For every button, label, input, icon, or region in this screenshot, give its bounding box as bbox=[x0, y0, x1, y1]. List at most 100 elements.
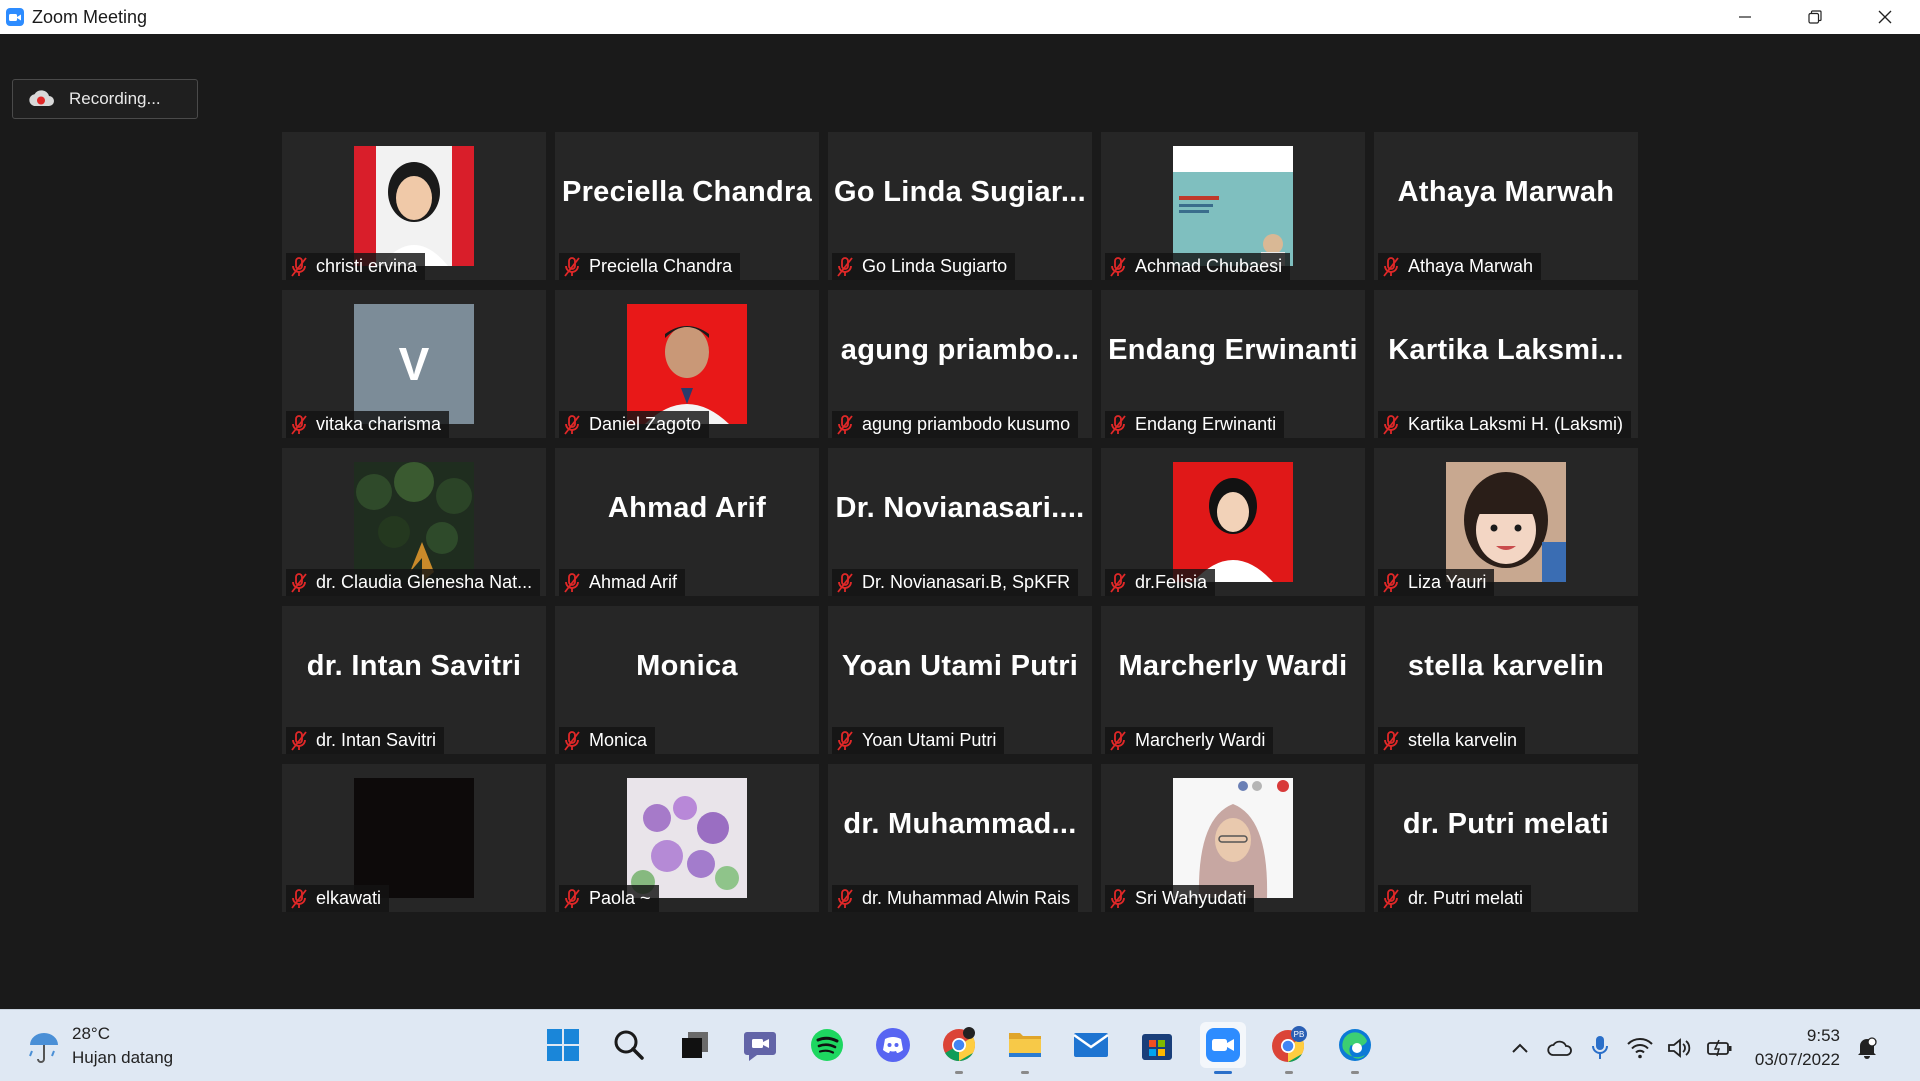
chrome-icon bbox=[943, 1027, 976, 1061]
participant-tile[interactable]: Sri Wahyudati bbox=[1101, 764, 1365, 912]
participant-name-label: Monica bbox=[559, 727, 656, 754]
participant-name: Yoan Utami Putri bbox=[862, 730, 997, 750]
wifi-button[interactable] bbox=[1627, 1035, 1653, 1061]
participant-tile[interactable]: elkawati bbox=[282, 764, 546, 912]
chrome-profile-button[interactable]: PB bbox=[1266, 1022, 1312, 1074]
microphone-button[interactable] bbox=[1587, 1035, 1613, 1061]
task-view-button[interactable] bbox=[672, 1022, 718, 1068]
participant-display-name: Yoan Utami Putri bbox=[841, 650, 1079, 682]
search-button[interactable] bbox=[606, 1022, 652, 1068]
participant-name-label: Endang Erwinanti bbox=[1105, 411, 1285, 438]
muted-microphone-icon bbox=[291, 572, 307, 593]
start-button[interactable] bbox=[540, 1022, 586, 1068]
muted-microphone-icon bbox=[1110, 572, 1126, 593]
participant-tile[interactable]: dr.Felisia bbox=[1101, 448, 1365, 596]
file-explorer-button[interactable] bbox=[1002, 1022, 1048, 1074]
participant-tile[interactable]: Preciella Chandra Preciella Chandra bbox=[555, 132, 819, 280]
participant-name: stella karvelin bbox=[1408, 730, 1518, 750]
participant-name: dr. Intan Savitri bbox=[316, 730, 437, 750]
active-indicator bbox=[1214, 1071, 1232, 1074]
muted-microphone-icon bbox=[1110, 414, 1126, 435]
participant-name: Monica bbox=[589, 730, 648, 750]
participant-tile[interactable]: Monica Monica bbox=[555, 606, 819, 754]
weather-temperature: 28°C bbox=[72, 1024, 110, 1043]
muted-microphone-icon bbox=[837, 730, 853, 751]
participant-tile[interactable]: christi ervina bbox=[282, 132, 546, 280]
discord-button[interactable] bbox=[870, 1022, 916, 1068]
notifications-button[interactable] bbox=[1854, 1035, 1880, 1061]
participant-name-label: dr. Claudia Glenesha Nat... bbox=[286, 569, 541, 596]
minimize-button[interactable] bbox=[1710, 0, 1780, 34]
participant-tile[interactable]: Vvitaka charisma bbox=[282, 290, 546, 438]
participant-tile[interactable]: Yoan Utami Putri Yoan Utami Putri bbox=[828, 606, 1092, 754]
mail-button[interactable] bbox=[1068, 1022, 1114, 1068]
restore-button[interactable] bbox=[1780, 0, 1850, 34]
muted-microphone-icon bbox=[564, 256, 580, 277]
show-hidden-icons-button[interactable] bbox=[1507, 1035, 1533, 1061]
zoom-taskbar-button[interactable] bbox=[1200, 1022, 1246, 1074]
participant-name-label: dr.Felisia bbox=[1105, 569, 1216, 596]
participant-tile[interactable]: Achmad Chubaesi bbox=[1101, 132, 1365, 280]
muted-microphone-icon bbox=[1383, 888, 1399, 909]
teams-chat-button[interactable] bbox=[738, 1022, 784, 1068]
participant-tile[interactable]: dr. Intan Savitri dr. Intan Savitri bbox=[282, 606, 546, 754]
participant-tile[interactable]: Paola ~ bbox=[555, 764, 819, 912]
participant-name: Preciella Chandra bbox=[589, 256, 733, 276]
edge-button[interactable] bbox=[1332, 1022, 1378, 1074]
participant-name-label: dr. Intan Savitri bbox=[286, 727, 445, 754]
volume-button[interactable] bbox=[1667, 1035, 1693, 1061]
muted-microphone-icon bbox=[291, 414, 307, 435]
participant-name: dr. Putri melati bbox=[1408, 888, 1524, 908]
muted-microphone-icon bbox=[564, 730, 580, 751]
weather-description: Hujan datang bbox=[72, 1048, 174, 1067]
participant-tile[interactable]: Dr. Novianasari.... Dr. Novianasari.B, Sp… bbox=[828, 448, 1092, 596]
spotify-button[interactable] bbox=[804, 1022, 850, 1068]
participant-video bbox=[1446, 462, 1566, 582]
search-icon bbox=[614, 1030, 644, 1060]
participant-name-label: christi ervina bbox=[286, 253, 426, 280]
participant-name-label: stella karvelin bbox=[1378, 727, 1526, 754]
microsoft-store-button[interactable] bbox=[1134, 1022, 1180, 1068]
umbrella-rain-icon bbox=[29, 1033, 58, 1063]
participant-tile[interactable]: stella karvelin stella karvelin bbox=[1374, 606, 1638, 754]
participant-name: elkawati bbox=[316, 888, 382, 908]
chrome-button[interactable] bbox=[936, 1022, 982, 1074]
participant-tile[interactable]: agung priambo... agung priambodo kusumo bbox=[828, 290, 1092, 438]
participant-tile[interactable]: dr. Claudia Glenesha Nat... bbox=[282, 448, 546, 596]
microsoft-store-icon bbox=[1142, 1034, 1172, 1060]
participant-video bbox=[627, 778, 747, 898]
clock[interactable]: 9:53 03/07/2022 bbox=[1755, 1024, 1840, 1072]
participant-name-label: Athaya Marwah bbox=[1378, 253, 1542, 280]
windows-start-icon bbox=[547, 1029, 579, 1061]
muted-microphone-icon bbox=[1110, 730, 1126, 751]
onedrive-button[interactable] bbox=[1547, 1035, 1573, 1061]
svg-text:PB: PB bbox=[1294, 1030, 1305, 1039]
participant-tile[interactable]: Kartika Laksmi... Kartika Laksmi H. (Laks… bbox=[1374, 290, 1638, 438]
discord-icon bbox=[876, 1028, 910, 1062]
recording-indicator[interactable]: Recording... bbox=[12, 79, 198, 119]
participant-tile[interactable]: Daniel Zagoto bbox=[555, 290, 819, 438]
participant-tile[interactable]: dr. Putri melati dr. Putri melati bbox=[1374, 764, 1638, 912]
participant-name-label: Liza Yauri bbox=[1378, 569, 1495, 596]
participant-tile[interactable]: Ahmad Arif Ahmad Arif bbox=[555, 448, 819, 596]
restore-icon bbox=[1808, 10, 1822, 24]
participant-tile[interactable]: Liza Yauri bbox=[1374, 448, 1638, 596]
participant-name: Sri Wahyudati bbox=[1135, 888, 1247, 908]
participant-name: dr.Felisia bbox=[1135, 572, 1208, 592]
participant-name: Achmad Chubaesi bbox=[1135, 256, 1283, 276]
battery-button[interactable] bbox=[1707, 1035, 1733, 1061]
close-button[interactable] bbox=[1850, 0, 1920, 34]
participant-name-label: Daniel Zagoto bbox=[559, 411, 710, 438]
mail-icon bbox=[1073, 1033, 1109, 1057]
participant-tile[interactable]: Go Linda Sugiar... Go Linda Sugiarto bbox=[828, 132, 1092, 280]
participant-tile[interactable]: dr. Muhammad... dr. Muhammad Alwin Rais bbox=[828, 764, 1092, 912]
participant-name-label: Kartika Laksmi H. (Laksmi) bbox=[1378, 411, 1632, 438]
participant-tile[interactable]: Marcherly Wardi Marcherly Wardi bbox=[1101, 606, 1365, 754]
participant-video bbox=[354, 462, 474, 582]
participant-display-name: dr. Intan Savitri bbox=[306, 650, 522, 682]
weather-widget[interactable]: 28°C Hujan datang bbox=[26, 1022, 173, 1070]
participant-name-label: Sri Wahyudati bbox=[1105, 885, 1255, 912]
participant-tile[interactable]: Endang Erwinanti Endang Erwinanti bbox=[1101, 290, 1365, 438]
participant-name: Paola ~ bbox=[589, 888, 651, 908]
participant-tile[interactable]: Athaya Marwah Athaya Marwah bbox=[1374, 132, 1638, 280]
